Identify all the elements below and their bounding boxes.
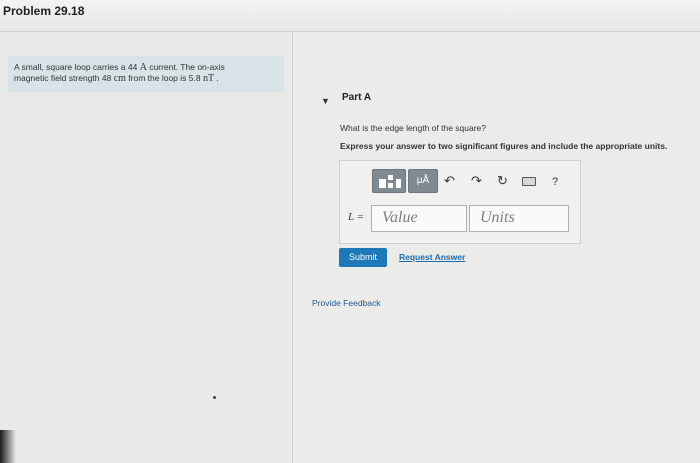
request-answer-link[interactable]: Request Answer	[399, 252, 465, 262]
header-bar: Problem 29.18	[0, 0, 700, 32]
problem-text-2: current. The on-axis	[146, 62, 225, 72]
problem-title: Problem 29.18	[3, 4, 85, 18]
submit-button[interactable]: Submit	[339, 248, 387, 267]
problem-text-4: from the loop is 5.8	[125, 73, 203, 83]
field-unit: nT	[202, 73, 215, 84]
part-a-title: Part A	[342, 92, 372, 103]
redo-icon[interactable]: ↷	[471, 173, 482, 189]
problem-text-3: magnetic field strength 48	[14, 73, 114, 83]
instruction-text: Express your answer to two significant f…	[340, 141, 668, 151]
keyboard-icon[interactable]	[522, 177, 536, 186]
problem-pane: A small, square loop carries a 44 A curr…	[0, 32, 293, 463]
undo-icon[interactable]: ↶	[444, 173, 455, 189]
value-input[interactable]: Value	[371, 205, 467, 232]
current-unit: A	[139, 62, 147, 73]
units-input[interactable]: Units	[469, 205, 569, 232]
screen-dust-dot	[213, 396, 216, 399]
problem-statement: A small, square loop carries a 44 A curr…	[8, 56, 284, 92]
provide-feedback-link[interactable]: Provide Feedback	[312, 298, 381, 308]
problem-text-1: A small, square loop carries a 44	[14, 62, 140, 72]
templates-icon[interactable]	[372, 169, 406, 193]
problem-text-5: .	[214, 73, 219, 83]
help-icon[interactable]: ?	[552, 174, 558, 190]
distance-unit: cm	[113, 73, 126, 84]
question-text: What is the edge length of the square?	[340, 123, 487, 133]
screen-edge-shadow	[0, 430, 16, 463]
units-button[interactable]: μÅ	[408, 169, 438, 193]
reset-icon[interactable]: ↻	[497, 173, 508, 189]
variable-label: L =	[348, 211, 365, 223]
collapse-triangle-icon[interactable]: ▼	[321, 96, 330, 106]
